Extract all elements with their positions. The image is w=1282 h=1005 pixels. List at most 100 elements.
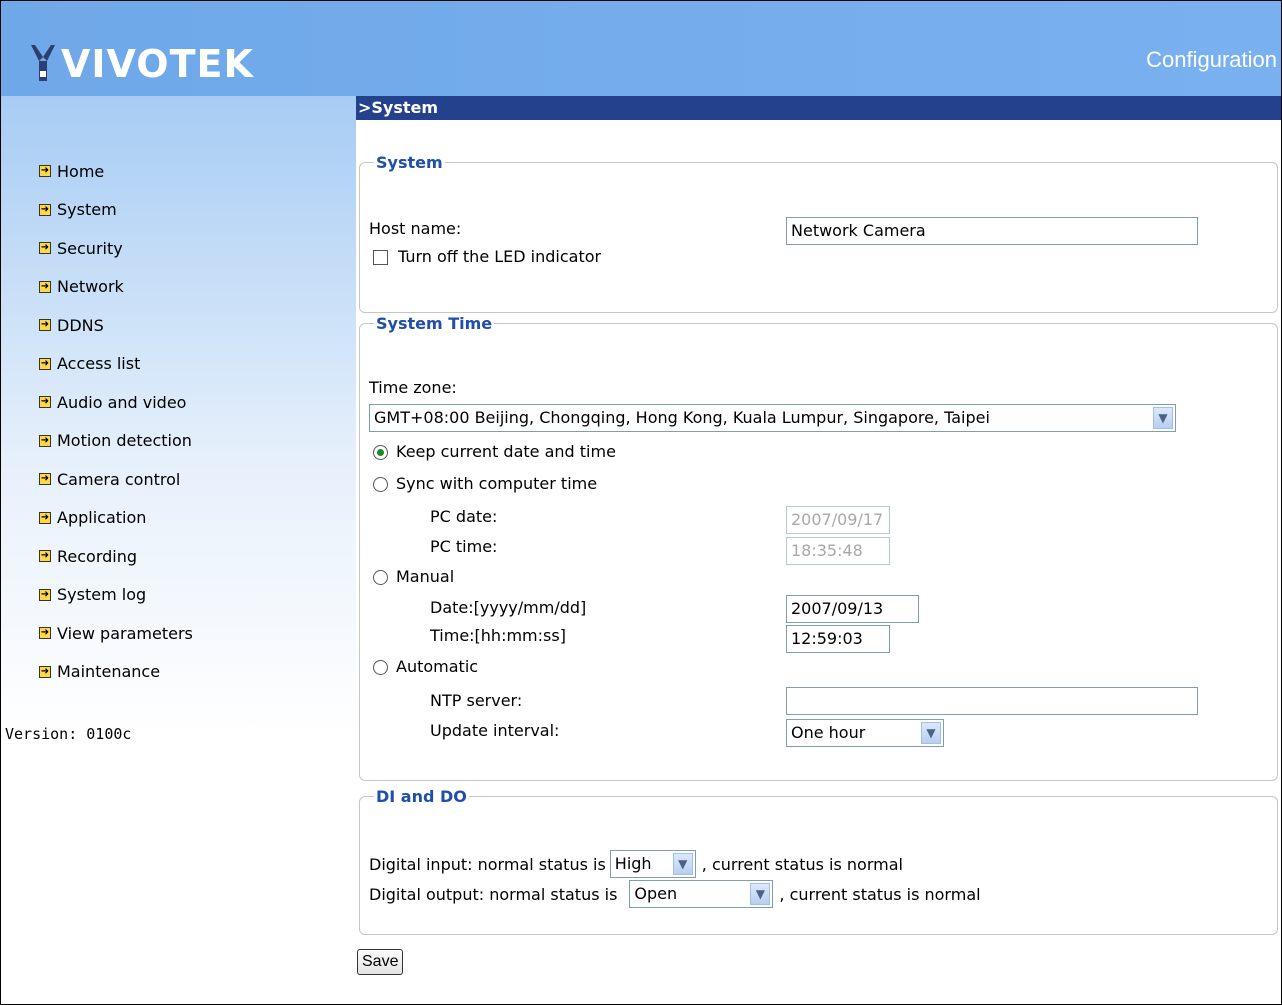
arrow-right-icon: ➜ (39, 357, 51, 370)
keep-time-radio[interactable] (373, 445, 388, 460)
sync-time-label: Sync with computer time (396, 474, 598, 493)
chevron-down-icon[interactable]: ▼ (1153, 407, 1173, 429)
keep-time-option[interactable]: Keep current date and time (373, 442, 616, 461)
automatic-option[interactable]: Automatic (373, 657, 478, 676)
led-label: Turn off the LED indicator (398, 247, 602, 266)
sidebar-item-security[interactable]: ➜ Security (39, 229, 193, 268)
sidebar-item-label: Motion detection (57, 431, 192, 451)
di-do-legend: DI and DO (376, 787, 467, 806)
time-zone-select[interactable]: GMT+08:00 Beijing, Chongqing, Hong Kong,… (369, 404, 1176, 432)
system-legend: System (376, 153, 443, 172)
date-label: Date:[yyyy/mm/dd] (430, 598, 587, 617)
automatic-radio[interactable] (373, 660, 388, 675)
ntp-server-label: NTP server: (430, 691, 523, 710)
sidebar-item-label: Recording (57, 546, 138, 566)
vivotek-logo: VIVOTEK (29, 23, 254, 83)
sidebar-item-label: DDNS (57, 315, 104, 335)
digital-output-status: , current status is normal (779, 884, 981, 904)
sync-time-radio[interactable] (373, 477, 388, 492)
pc-date-label: PC date: (430, 507, 498, 526)
chevron-down-icon[interactable]: ▼ (750, 883, 771, 905)
sidebar-item-label: System log (57, 585, 147, 605)
sidebar-item-motion-detection[interactable]: ➜ Motion detection (39, 422, 193, 461)
arrow-right-icon: ➜ (39, 203, 51, 216)
digital-input-row: Digital input: normal status is High ▼ ,… (369, 850, 903, 878)
arrow-right-icon: ➜ (39, 665, 51, 678)
keep-time-label: Keep current date and time (396, 442, 616, 461)
arrow-right-icon: ➜ (39, 319, 51, 332)
version-text: Version: 0100c (5, 725, 132, 743)
sidebar-item-label: Home (57, 161, 105, 181)
digital-output-value: Open (634, 884, 678, 903)
sidebar-item-label: System (57, 200, 117, 220)
sidebar-item-label: Maintenance (57, 662, 161, 682)
sidebar-item-label: Audio and video (57, 392, 187, 412)
sidebar-item-camera-control[interactable]: ➜ Camera control (39, 460, 193, 499)
browser-page: VIVOTEK Configuration ➜ Home ➜ System ➜ Secur… (0, 0, 1282, 1005)
sidebar-item-home[interactable]: ➜ Home (39, 152, 193, 191)
sidebar-item-recording[interactable]: ➜ Recording (39, 537, 193, 576)
digital-output-row: Digital output: normal status is Open ▼ … (369, 880, 981, 908)
arrow-right-icon: ➜ (39, 588, 51, 601)
sidebar-item-system-log[interactable]: ➜ System log (39, 576, 193, 615)
sidebar-item-label: Access list (57, 354, 141, 374)
sidebar-item-label: Camera control (57, 469, 181, 489)
sidebar-item-label: Security (57, 238, 123, 258)
sidebar-item-audio-and-video[interactable]: ➜ Audio and video (39, 383, 193, 422)
configuration-title: Configuration (1146, 47, 1277, 72)
sidebar-item-system[interactable]: ➜ System (39, 191, 193, 230)
time-zone-value: GMT+08:00 Beijing, Chongqing, Hong Kong,… (374, 408, 990, 427)
sidebar-item-network[interactable]: ➜ Network (39, 268, 193, 307)
sidebar-item-access-list[interactable]: ➜ Access list (39, 345, 193, 384)
manual-label: Manual (396, 567, 455, 586)
update-interval-select[interactable]: One hour ▼ (786, 719, 944, 747)
page-title: >System (358, 98, 439, 117)
logo-text: VIVOTEK (61, 42, 254, 86)
chevron-down-icon[interactable]: ▼ (672, 853, 693, 875)
page-title-bar: >System (356, 96, 1281, 120)
sidebar-item-maintenance[interactable]: ➜ Maintenance (39, 653, 193, 692)
sidebar-item-label: View parameters (57, 623, 193, 643)
time-label: Time:[hh:mm:ss] (430, 626, 566, 645)
sidebar-item-view-parameters[interactable]: ➜ View parameters (39, 614, 193, 653)
arrow-right-icon: ➜ (39, 473, 51, 486)
arrow-right-icon: ➜ (39, 511, 51, 524)
sync-time-option[interactable]: Sync with computer time (373, 474, 597, 493)
sidebar: ➜ Home ➜ System ➜ Security ➜ Network ➜ DDNS ➜ Acces… (1, 96, 356, 1004)
ntp-server-input[interactable] (786, 687, 1198, 715)
arrow-right-icon: ➜ (39, 550, 51, 563)
update-interval-label: Update interval: (430, 721, 560, 740)
time-input[interactable]: 12:59:03 (786, 625, 890, 653)
arrow-right-icon: ➜ (39, 627, 51, 640)
sidebar-item-ddns[interactable]: ➜ DDNS (39, 306, 193, 345)
sidebar-item-application[interactable]: ➜ Application (39, 499, 193, 538)
vivotek-logo-mark-icon (31, 45, 55, 81)
pc-time-input: 18:35:48 (786, 537, 890, 565)
time-zone-label: Time zone: (369, 378, 457, 397)
chevron-down-icon[interactable]: ▼ (921, 722, 941, 744)
save-button[interactable]: Save (357, 949, 404, 975)
digital-input-value: High (614, 854, 652, 873)
manual-radio[interactable] (373, 570, 388, 585)
digital-input-status: , current status is normal (701, 854, 903, 874)
system-time-legend: System Time (376, 314, 493, 333)
arrow-right-icon: ➜ (39, 396, 51, 409)
date-input[interactable]: 2007/09/13 (786, 595, 919, 623)
sidebar-item-label: Network (57, 277, 124, 297)
header-bar: VIVOTEK Configuration (1, 1, 1281, 96)
update-interval-value: One hour (791, 723, 866, 742)
host-name-input[interactable]: Network Camera (786, 217, 1198, 245)
pc-date-input: 2007/09/17 (786, 506, 890, 534)
arrow-right-icon: ➜ (39, 242, 51, 255)
host-name-label: Host name: (369, 219, 462, 238)
digital-output-label: Digital output: normal status is (369, 884, 618, 904)
digital-output-select[interactable]: Open ▼ (629, 880, 774, 908)
led-option[interactable]: Turn off the LED indicator (373, 247, 601, 266)
digital-input-select[interactable]: High ▼ (609, 850, 696, 878)
pc-time-label: PC time: (430, 537, 498, 556)
automatic-label: Automatic (396, 657, 479, 676)
led-checkbox[interactable] (373, 250, 388, 265)
arrow-right-icon: ➜ (39, 434, 51, 447)
arrow-right-icon: ➜ (39, 280, 51, 293)
manual-option[interactable]: Manual (373, 567, 454, 586)
